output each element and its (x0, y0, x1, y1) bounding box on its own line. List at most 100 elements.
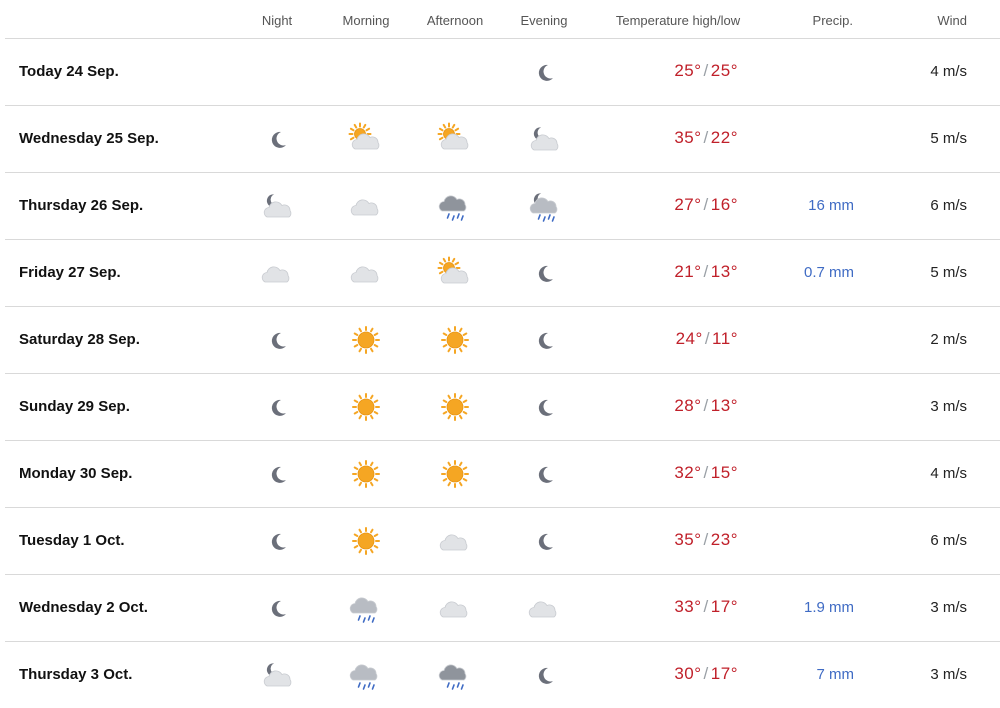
temperature-high-low: 35°/22° (674, 128, 738, 148)
temperature-high: 32° (674, 463, 702, 482)
night-moon-icon (259, 322, 295, 358)
precipitation-value: 0.7 mm (803, 264, 854, 281)
forecast-row[interactable]: Wednesday 2 Oct. 33°/17° 1.9 mm 3 m/s (5, 575, 1000, 642)
temperature-high-low: 33°/17° (674, 597, 738, 617)
afternoon-sun-icon (437, 322, 473, 358)
forecast-row[interactable]: Monday 30 Sep. 32°/15° 4 m/s (5, 441, 1000, 508)
temperature-low: 17° (710, 664, 738, 683)
temperature-low: 16° (710, 195, 738, 214)
forecast-row[interactable]: Sunday 29 Sep. 28°/13° 3 m/s (5, 374, 1000, 441)
night-moon-icon (259, 523, 295, 559)
temperature-high-low: 30°/17° (674, 664, 738, 684)
evening-cloud-icon (526, 590, 562, 626)
forecast-row[interactable]: Friday 27 Sep. 21°/13° 0.7 mm 5 m/s (5, 240, 1000, 307)
day-label: Wednesday 25 Sep. (19, 130, 159, 147)
afternoon-sun-icon (437, 389, 473, 425)
wind-value: 3 m/s (930, 599, 967, 616)
temperature-high: 21° (674, 262, 702, 281)
night-moon-icon (259, 389, 295, 425)
temperature-low: 15° (710, 463, 738, 482)
evening-moon-icon (526, 657, 562, 693)
evening-moon-icon (526, 322, 562, 358)
temperature-high: 33° (674, 597, 702, 616)
forecast-row[interactable]: Thursday 3 Oct. 30°/17° 7 mm 3 m/s (5, 642, 1000, 708)
header-precip: Precip. (812, 13, 853, 28)
day-label: Sunday 29 Sep. (19, 398, 130, 415)
morning-rain-cloud-icon (348, 590, 384, 626)
temperature-low: 23° (710, 530, 738, 549)
day-label: Thursday 26 Sep. (19, 197, 144, 214)
afternoon-cloud-icon (437, 523, 473, 559)
temperature-low: 25° (710, 61, 738, 80)
temperature-high-low: 21°/13° (674, 262, 738, 282)
header-temperature: Temperature high/low (615, 13, 741, 28)
temperature-high-low: 24°/11° (676, 329, 738, 349)
morning-sun-icon (348, 389, 384, 425)
temperature-high-low: 25°/25° (674, 61, 738, 81)
day-label: Friday 27 Sep. (19, 264, 121, 281)
forecast-row[interactable]: Today 24 Sep. 25°/25° 4 m/s (5, 39, 1000, 106)
afternoon-rain-cloud-dark-icon (437, 188, 473, 224)
temperature-separator: / (703, 463, 709, 482)
header-morning: Morning (342, 13, 390, 28)
forecast-table: Night Morning Afternoon Evening Temperat… (5, 0, 1000, 708)
morning-sun-icon (348, 523, 384, 559)
evening-moon-rain-cloud-icon (526, 188, 562, 224)
wind-value: 3 m/s (930, 398, 967, 415)
afternoon-sun-cloud-icon (437, 121, 473, 157)
wind-value: 5 m/s (930, 130, 967, 147)
temperature-separator: / (703, 262, 709, 281)
evening-moon-icon (526, 54, 562, 90)
day-label: Tuesday 1 Oct. (19, 532, 125, 549)
temperature-high: 35° (674, 530, 702, 549)
forecast-row[interactable]: Wednesday 25 Sep. 35°/22° 5 m/s (5, 106, 1000, 173)
evening-moon-cloud-icon (526, 121, 562, 157)
forecast-row[interactable]: Thursday 26 Sep. 27°/16° 16 mm 6 m/s (5, 173, 1000, 240)
precipitation-value: 16 mm (808, 197, 854, 214)
night-moon-cloud-icon (259, 188, 295, 224)
evening-moon-icon (526, 456, 562, 492)
evening-moon-icon (526, 389, 562, 425)
header-wind: Wind (937, 13, 967, 28)
afternoon-rain-cloud-dark-icon (437, 657, 473, 693)
header-evening: Evening (520, 13, 568, 28)
temperature-high: 35° (674, 128, 702, 147)
afternoon-sun-cloud-icon (437, 255, 473, 291)
afternoon-cloud-icon (437, 590, 473, 626)
temperature-high: 25° (674, 61, 702, 80)
temperature-high-low: 35°/23° (674, 530, 738, 550)
day-label: Today 24 Sep. (19, 63, 119, 80)
evening-moon-icon (526, 523, 562, 559)
morning-cloud-icon (348, 188, 384, 224)
day-label: Monday 30 Sep. (19, 465, 133, 482)
wind-value: 5 m/s (930, 264, 967, 281)
temperature-high: 27° (674, 195, 702, 214)
header-night: Night (261, 13, 293, 28)
forecast-row[interactable]: Saturday 28 Sep. 24°/11° 2 m/s (5, 307, 1000, 374)
wind-value: 6 m/s (930, 532, 967, 549)
forecast-rows: Today 24 Sep. 25°/25° 4 m/s Wednesday 25 Se… (5, 39, 1000, 708)
temperature-high-low: 32°/15° (674, 463, 738, 483)
temperature-separator: / (703, 128, 709, 147)
temperature-high: 30° (674, 664, 702, 683)
temperature-separator: / (703, 597, 709, 616)
forecast-row[interactable]: Tuesday 1 Oct. 35°/23° 6 m/s (5, 508, 1000, 575)
day-label: Thursday 3 Oct. (19, 666, 133, 683)
temperature-separator: / (703, 195, 709, 214)
night-moon-icon (259, 121, 295, 157)
wind-value: 6 m/s (930, 197, 967, 214)
temperature-low: 17° (710, 597, 738, 616)
temperature-low: 13° (710, 396, 738, 415)
temperature-separator: / (704, 329, 711, 348)
temperature-separator: / (703, 61, 709, 80)
temperature-high-low: 28°/13° (674, 396, 738, 416)
temperature-separator: / (703, 664, 709, 683)
night-moon-icon (259, 456, 295, 492)
wind-value: 4 m/s (930, 63, 967, 80)
temperature-high-low: 27°/16° (674, 195, 738, 215)
morning-rain-cloud-icon (348, 657, 384, 693)
header-afternoon: Afternoon (426, 13, 484, 28)
morning-cloud-icon (348, 255, 384, 291)
temperature-low: 22° (710, 128, 738, 147)
afternoon-sun-icon (437, 456, 473, 492)
